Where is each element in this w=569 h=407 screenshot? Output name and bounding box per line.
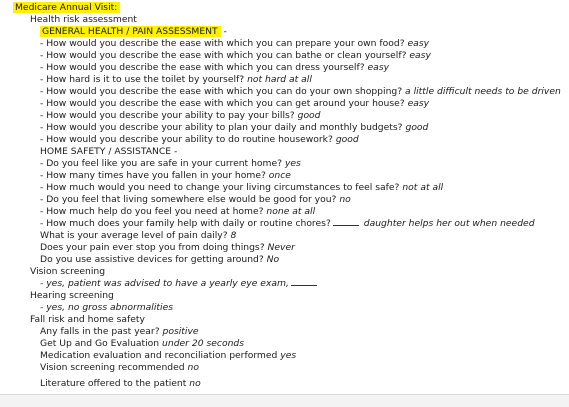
home-item: - How much would you need to change your…: [40, 182, 443, 194]
answer-text: good: [297, 110, 321, 121]
blank-line: [290, 278, 317, 286]
question-text: Do you use assistive devices for getting…: [40, 254, 264, 265]
answer-text: easy: [409, 50, 431, 61]
answer-text: positive: [162, 326, 199, 337]
answer-text: good: [335, 134, 359, 145]
question-text: - How much would you need to change your…: [40, 182, 400, 193]
family-help-item: - How much does your family help with da…: [40, 218, 535, 230]
visit-title: Medicare Annual Visit:: [13, 2, 121, 14]
question-text: - How would you describe the ease with w…: [40, 98, 405, 109]
hearing-answer: - yes, no gross abnormalities: [40, 302, 174, 313]
vision-answer: - yes, patient was advised to have a yea…: [40, 278, 289, 289]
question-text: - How would you describe your ability to…: [40, 110, 295, 121]
question-text: - How much help do you feel you need at …: [40, 206, 264, 217]
answer-text: daughter helps her out when needed: [363, 218, 535, 229]
document-page: Medicare Annual Visit: Health risk asses…: [0, 0, 569, 407]
hearing-heading: Hearing screening: [30, 290, 114, 301]
home-item: - How much help do you feel you need at …: [40, 206, 315, 218]
question-text: - How many times have you fallen in your…: [40, 170, 266, 181]
answer-text: easy: [367, 62, 390, 73]
general-item: - How would you describe the ease with w…: [40, 62, 389, 74]
question-text: - How much does your family help with da…: [40, 218, 331, 229]
pain-item: Does your pain ever stop you from doing …: [40, 242, 295, 254]
pain-item: What is your average level of pain daily…: [40, 230, 236, 242]
fall-risk-heading: Fall risk and home safety: [30, 314, 145, 325]
answer-text: good: [405, 122, 429, 133]
home-item: - Do you feel like you are safe in your …: [40, 158, 301, 170]
question-text: Does your pain ever stop you from doing …: [40, 242, 265, 253]
hearing-answer-line: - yes, no gross abnormalities: [40, 302, 173, 314]
hra-heading: Health risk assessment: [30, 14, 137, 25]
general-health-highlight: GENERAL HEALTH / PAIN ASSESSMENT: [40, 26, 221, 37]
answer-text: Never: [267, 242, 295, 253]
fall-item: Get Up and Go Evaluation under 20 second…: [40, 338, 244, 350]
question-text: Medication evaluation and reconciliation…: [40, 350, 278, 361]
general-item: - How would you describe your ability to…: [40, 122, 428, 134]
answer-text: no: [189, 378, 201, 389]
answer-text: yes: [284, 158, 301, 169]
answer-text: under 20 seconds: [162, 338, 245, 349]
question-text: - How would you describe the ease with w…: [40, 86, 403, 97]
answer-text: No: [266, 254, 280, 265]
answer-text: no: [339, 194, 351, 205]
general-item: - How would you describe your ability to…: [40, 110, 321, 122]
blank-line: [332, 218, 359, 226]
general-health-heading: GENERAL HEALTH / PAIN ASSESSMENT -: [40, 26, 227, 38]
general-item: - How would you describe your ability to…: [40, 134, 359, 146]
question-text: Any falls in the past year?: [40, 326, 160, 337]
question-text: - How would you describe your ability to…: [40, 122, 403, 133]
question-text: - How hard is it to use the toilet by yo…: [40, 74, 245, 85]
general-item: - How would you describe the ease with w…: [40, 50, 431, 62]
bottom-scroll-area[interactable]: [0, 395, 569, 407]
home-item: - How many times have you fallen in your…: [40, 170, 291, 182]
answer-text: none at all: [266, 206, 316, 217]
question-text: - Do you feel that living somewhere else…: [40, 194, 337, 205]
answer-text: no: [187, 362, 199, 373]
home-item: - Do you feel that living somewhere else…: [40, 194, 351, 206]
visit-title-highlight: Medicare Annual Visit:: [13, 2, 121, 13]
question-text: - Do you feel like you are safe in your …: [40, 158, 283, 169]
pain-item: Do you use assistive devices for getting…: [40, 254, 279, 266]
answer-text: yes: [280, 350, 297, 361]
answer-text: easy: [407, 38, 430, 49]
answer-text: once: [268, 170, 291, 181]
question-text: Vision screening recommended: [40, 362, 185, 373]
answer-text: not at all: [402, 182, 444, 193]
vision-heading: Vision screening: [30, 266, 106, 277]
answer-text: not hard at all: [247, 74, 312, 85]
general-item: - How would you describe the ease with w…: [40, 38, 429, 50]
general-item: - How would you describe the ease with w…: [40, 98, 429, 110]
fall-item: Vision screening recommended no: [40, 362, 199, 374]
vision-answer-line: - yes, patient was advised to have a yea…: [40, 278, 319, 290]
general-item: - How hard is it to use the toilet by yo…: [40, 74, 312, 86]
question-text: - How would you describe the ease with w…: [40, 62, 365, 73]
home-safety-heading: HOME SAFETY / ASSISTANCE -: [40, 146, 178, 157]
question-text: - How would you describe your ability to…: [40, 134, 333, 145]
question-text: What is your average level of pain daily…: [40, 230, 228, 241]
answer-text: easy: [407, 98, 430, 109]
question-text: - How would you describe the ease with w…: [40, 50, 407, 61]
question-text: - How would you describe the ease with w…: [40, 38, 405, 49]
answer-text: 8: [230, 230, 237, 241]
fall-item: Medication evaluation and reconciliation…: [40, 350, 296, 362]
answer-text: a little difficult needs to be driven: [405, 86, 561, 97]
general-item: - How would you describe the ease with w…: [40, 86, 561, 98]
question-text: Get Up and Go Evaluation: [40, 338, 160, 349]
general-health-dash: -: [223, 26, 227, 37]
fall-item: Literature offered to the patient no: [40, 378, 201, 394]
question-text: Literature offered to the patient: [40, 378, 187, 389]
fall-item: Any falls in the past year? positive: [40, 326, 199, 338]
